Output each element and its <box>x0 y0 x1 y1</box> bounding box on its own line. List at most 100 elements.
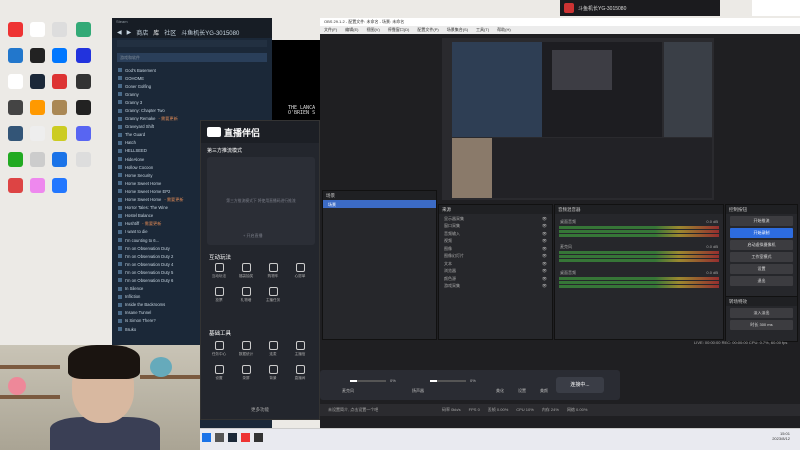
desktop-icon[interactable] <box>26 126 48 148</box>
desktop-icon[interactable] <box>4 126 26 148</box>
source-item[interactable]: 音频输入 👁 <box>439 229 552 237</box>
desktop-icon[interactable] <box>48 152 70 174</box>
more-functions-link[interactable]: 更多功能 <box>251 407 269 413</box>
connect-button[interactable]: 连接中... <box>556 377 604 393</box>
tool-button[interactable]: 福袋抽奖 <box>234 263 258 283</box>
visibility-icon[interactable]: 👁 <box>542 253 547 258</box>
visibility-icon[interactable]: 👁 <box>542 216 547 221</box>
menu-item[interactable]: 工具(T) <box>476 27 489 33</box>
transition-duration[interactable]: 时长 300 ms <box>730 320 793 330</box>
nav-store[interactable]: 商店 <box>136 28 148 37</box>
control-button[interactable]: 设置 <box>730 264 793 274</box>
volume-meter[interactable] <box>559 233 719 237</box>
visibility-icon[interactable]: 👁 <box>542 238 547 243</box>
tool-button[interactable]: 设置 <box>207 365 231 385</box>
tool-button[interactable]: 礼物墙 <box>234 287 258 307</box>
desktop-icon[interactable] <box>4 74 26 96</box>
obs-preview[interactable] <box>442 38 714 200</box>
desktop-icon[interactable] <box>48 100 70 122</box>
desktop-icon[interactable] <box>26 48 48 70</box>
desktop-icon[interactable] <box>48 48 70 70</box>
nav-community[interactable]: 社区 <box>164 28 176 37</box>
source-item[interactable]: 颜色源 👁 <box>439 274 552 282</box>
desktop-icon[interactable] <box>4 178 26 200</box>
source-item[interactable]: 文本 👁 <box>439 259 552 267</box>
visibility-icon[interactable]: 👁 <box>542 276 547 281</box>
start-icon[interactable] <box>202 433 211 442</box>
library-filter[interactable] <box>117 40 267 47</box>
desktop-icon[interactable] <box>48 126 70 148</box>
tool-button[interactable]: 投票 <box>207 287 231 307</box>
desktop-icon[interactable] <box>48 74 70 96</box>
game-list-item[interactable]: GOHOME <box>112 74 272 82</box>
visibility-icon[interactable]: 👁 <box>542 268 547 273</box>
search-icon[interactable] <box>215 433 224 442</box>
desktop-icon[interactable] <box>26 22 48 44</box>
source-item[interactable]: 游戏采集 👁 <box>439 282 552 290</box>
desktop-icon[interactable] <box>4 22 26 44</box>
control-button[interactable]: 开始录制 <box>730 228 793 238</box>
control-button[interactable]: 开始推流 <box>730 216 793 226</box>
desktop-icon[interactable] <box>26 178 48 200</box>
tool-button[interactable]: 心愿单 <box>288 263 312 283</box>
menu-item[interactable]: 配置文件(P) <box>417 27 438 33</box>
menu-item[interactable]: 帮助(H) <box>497 27 511 33</box>
desktop-icon[interactable] <box>72 22 94 44</box>
source-item[interactable]: 浏览器 👁 <box>439 267 552 275</box>
desktop-icon[interactable] <box>48 22 70 44</box>
visibility-icon[interactable]: 👁 <box>542 261 547 266</box>
desktop-icon[interactable] <box>26 152 48 174</box>
tool-button[interactable]: 连麦 <box>261 341 285 361</box>
menu-item[interactable]: 停靠窗口(D) <box>388 27 410 33</box>
beauty-button[interactable]: 美化 <box>496 388 504 394</box>
menu-item[interactable]: 编辑(E) <box>345 27 358 33</box>
source-item[interactable]: 视频 👁 <box>439 237 552 245</box>
tool-button[interactable]: 互动玩法 <box>207 263 231 283</box>
control-button[interactable]: 启动虚拟摄像机 <box>730 240 793 250</box>
desktop-icon[interactable] <box>4 48 26 70</box>
visibility-icon[interactable]: 👁 <box>542 283 547 288</box>
nav-profile[interactable]: 斗鱼机长YG-3015080 <box>181 28 239 37</box>
volume-meter[interactable] <box>559 259 719 262</box>
desktop-icon[interactable] <box>72 74 94 96</box>
source-item[interactable]: 显示器采集 👁 <box>439 214 552 222</box>
control-button[interactable]: 退出 <box>730 276 793 286</box>
game-list-item[interactable]: Goner Golfing <box>112 82 272 90</box>
visibility-icon[interactable]: 👁 <box>542 231 547 236</box>
visibility-icon[interactable]: 👁 <box>542 246 547 251</box>
back-icon[interactable]: ◀ <box>117 29 122 36</box>
source-item[interactable]: 窗口采集 👁 <box>439 222 552 230</box>
desktop-icon[interactable] <box>26 74 48 96</box>
mic-slider[interactable] <box>350 380 386 382</box>
scene-item[interactable]: 场景 <box>323 200 436 208</box>
speaker-slider[interactable] <box>430 380 466 382</box>
forward-icon[interactable]: ▶ <box>127 29 132 36</box>
search-input[interactable]: 游戏和软件 <box>117 53 267 62</box>
game-list-item[interactable]: God's Basement <box>112 66 272 74</box>
control-button[interactable]: 工作室模式 <box>730 252 793 262</box>
game-list-item[interactable]: Granny: Chapter Two <box>112 106 272 114</box>
game-list-item[interactable]: Granny <box>112 90 272 98</box>
chrome-taskbar-icon[interactable] <box>241 433 250 442</box>
tool-button[interactable]: 背景 <box>261 365 285 385</box>
desktop-icon[interactable] <box>72 100 94 122</box>
tool-button[interactable]: 录屏 <box>234 365 258 385</box>
desktop-icon[interactable] <box>4 100 26 122</box>
menu-item[interactable]: 文件(F) <box>324 27 337 33</box>
tool-button[interactable]: 主播任务 <box>261 287 285 307</box>
face-beauty-button[interactable]: 美颜 <box>540 388 548 394</box>
tool-button[interactable]: 直播间 <box>288 365 312 385</box>
nav-library[interactable]: 库 <box>153 28 159 37</box>
desktop-icon[interactable] <box>4 152 26 174</box>
settings-button[interactable]: 设置 <box>518 388 526 394</box>
stream-mode[interactable]: 第三方推流模式 <box>207 147 313 154</box>
tool-button[interactable]: 数据统计 <box>234 341 258 361</box>
visibility-icon[interactable]: 👁 <box>542 223 547 228</box>
desktop-icon[interactable] <box>26 100 48 122</box>
steam-taskbar-icon[interactable] <box>228 433 237 442</box>
start-live-button[interactable]: + 开启直播 <box>243 233 262 239</box>
source-item[interactable]: 图像幻灯片 👁 <box>439 252 552 260</box>
tool-button[interactable]: 主播信 <box>288 341 312 361</box>
game-list-item[interactable]: Granny 3 <box>112 98 272 106</box>
volume-meter[interactable] <box>559 284 719 288</box>
